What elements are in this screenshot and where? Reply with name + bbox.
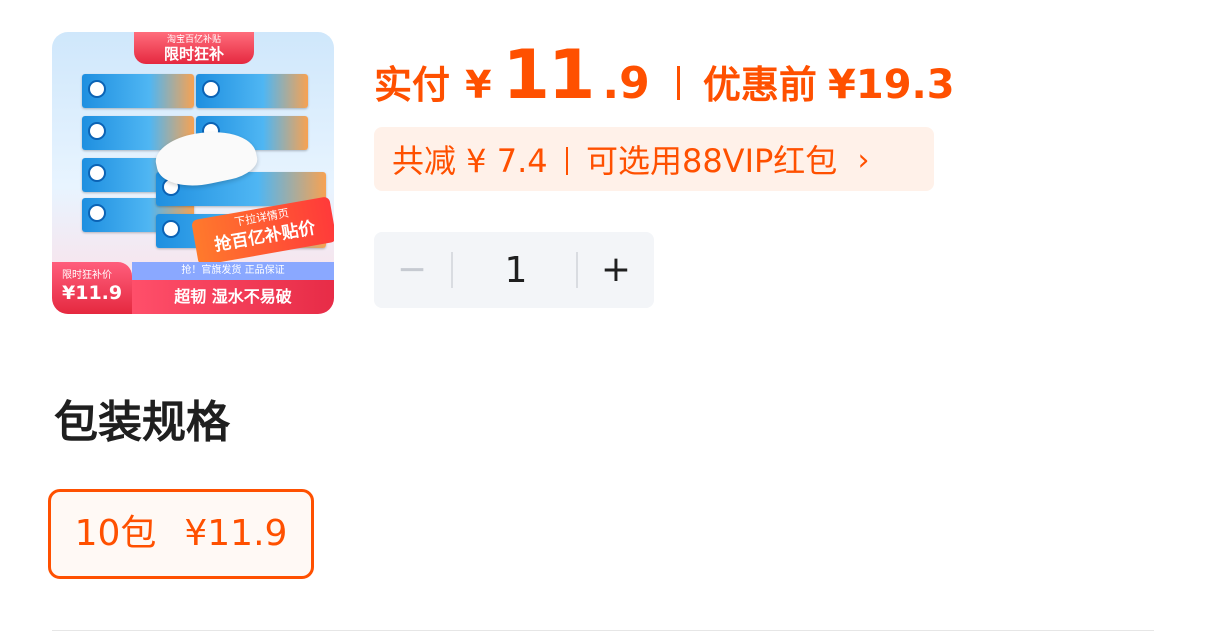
- price-divider: [676, 66, 680, 100]
- chevron-right-icon: ›: [857, 143, 870, 178]
- discount-bar[interactable]: 共减 ¥ 7.4 可选用88VIP红包 ›: [374, 127, 934, 191]
- section-divider: [52, 630, 1154, 631]
- discount-total: 共减 ¥ 7.4: [392, 142, 548, 180]
- spec-option-name: 10包: [74, 513, 157, 554]
- subsidy-badge: 淘宝百亿补贴 限时狂补: [134, 32, 254, 64]
- discount-divider: [565, 147, 568, 175]
- spec-option-price: ¥11.9: [184, 513, 288, 554]
- before-discount-label: 优惠前: [702, 63, 817, 107]
- quantity-stepper: − +: [374, 232, 654, 310]
- brand-logo-icon: [88, 80, 106, 98]
- price-decimal: .9: [602, 58, 650, 109]
- image-price-box: 限时狂补价 ¥11.9: [52, 262, 132, 314]
- decrease-button[interactable]: −: [374, 232, 450, 308]
- subsidy-badge-small: 淘宝百亿补贴: [166, 35, 221, 45]
- brand-logo-icon: [202, 80, 220, 98]
- subsidy-badge-large: 限时狂补: [163, 45, 224, 63]
- price-integer: 11: [502, 36, 596, 115]
- brand-logo-icon: [162, 220, 180, 238]
- currency-symbol: ¥: [465, 63, 492, 107]
- image-strip-text: 抢！官旗发货 正品保证: [132, 262, 334, 280]
- brand-logo-icon: [88, 204, 106, 222]
- image-price-label: 限时狂补价: [62, 270, 112, 281]
- increase-button[interactable]: +: [578, 232, 654, 308]
- price-row: 实付 ¥ 11 .9 优惠前 ¥19.3: [374, 36, 955, 115]
- spec-option-10-pack[interactable]: 10包 ¥11.9: [48, 489, 314, 579]
- image-bottom-bar: 限时狂补价 ¥11.9 抢！官旗发货 正品保证 超韧 湿水不易破: [52, 262, 334, 314]
- brand-logo-icon: [88, 122, 106, 140]
- spec-title: 包装规格: [54, 397, 230, 448]
- redpacket-text: 可选用88VIP红包: [585, 142, 838, 180]
- image-slogan: 超韧 湿水不易破: [132, 280, 334, 314]
- product-image[interactable]: 淘宝百亿补贴 限时狂补 下拉详情页 抢百亿补贴价 限时狂补价 ¥11.9 抢！官…: [52, 32, 334, 314]
- tissue-box: [196, 74, 308, 108]
- tissue-box: [82, 74, 194, 108]
- promo-tag: 下拉详情页 抢百亿补贴价: [191, 196, 334, 266]
- image-price: ¥11.9: [62, 282, 123, 304]
- brand-logo-icon: [88, 164, 106, 182]
- quantity-input[interactable]: [454, 232, 578, 310]
- pay-label: 实付: [374, 63, 451, 107]
- stepper-divider: [451, 252, 453, 288]
- before-discount-price: ¥19.3: [828, 62, 955, 108]
